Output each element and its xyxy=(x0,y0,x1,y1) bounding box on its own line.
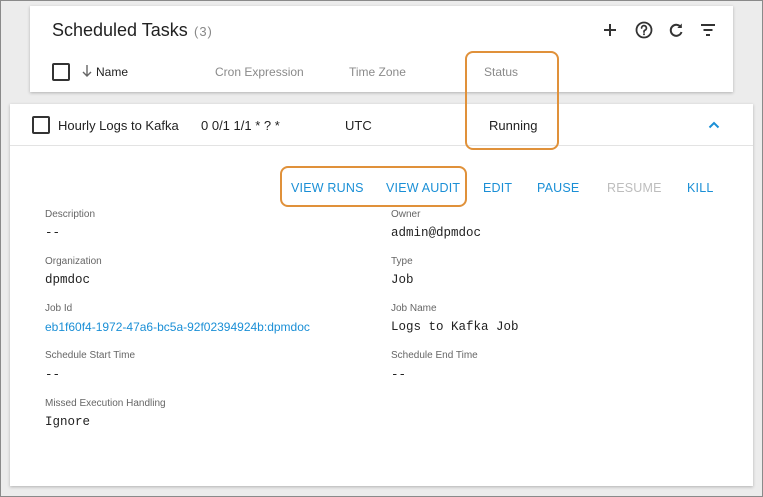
schedule-end-value: -- xyxy=(391,368,407,382)
job-name-value: Logs to Kafka Job xyxy=(391,320,519,334)
help-button[interactable] xyxy=(633,19,655,41)
description-value: -- xyxy=(45,226,61,240)
pause-button[interactable]: PAUSE xyxy=(537,181,579,195)
help-icon xyxy=(635,21,653,39)
resume-button: RESUME xyxy=(607,181,662,195)
select-all-checkbox[interactable] xyxy=(52,63,70,81)
edit-button[interactable]: EDIT xyxy=(483,181,512,195)
missed-execution-label: Missed Execution Handling xyxy=(45,398,166,409)
type-label: Type xyxy=(391,256,413,267)
plus-icon xyxy=(604,24,616,36)
kill-button[interactable]: KILL xyxy=(687,181,714,195)
table-row[interactable]: Hourly Logs to Kafka 0 0/1 1/1 * ? * UTC… xyxy=(10,104,753,146)
refresh-button[interactable] xyxy=(665,19,687,41)
row-checkbox[interactable] xyxy=(32,116,50,134)
schedule-start-value: -- xyxy=(45,368,61,382)
organization-label: Organization xyxy=(45,256,102,267)
view-runs-button[interactable]: VIEW RUNS xyxy=(291,181,364,195)
schedule-start-label: Schedule Start Time xyxy=(45,350,136,361)
task-detail-card: Hourly Logs to Kafka 0 0/1 1/1 * ? * UTC… xyxy=(10,104,753,486)
column-header-timezone[interactable]: Time Zone xyxy=(349,65,406,79)
scheduled-tasks-header: Scheduled Tasks (3) Name Cron Expression… xyxy=(30,6,733,92)
task-status: Running xyxy=(489,118,538,133)
job-name-label: Job Name xyxy=(391,303,437,314)
page-title: Scheduled Tasks xyxy=(52,20,188,40)
filter-icon xyxy=(701,24,715,36)
filter-button[interactable] xyxy=(697,19,719,41)
missed-execution-value: Ignore xyxy=(45,415,91,429)
type-value: Job xyxy=(391,273,414,287)
owner-label: Owner xyxy=(391,209,421,220)
column-header-status[interactable]: Status xyxy=(484,65,518,79)
refresh-icon xyxy=(669,23,683,37)
description-label: Description xyxy=(45,209,96,220)
column-header-name[interactable]: Name xyxy=(96,65,128,79)
add-task-button[interactable] xyxy=(599,19,621,41)
owner-value: admin@dpmdoc xyxy=(391,226,482,240)
job-id-link[interactable]: eb1f60f4-1972-47a6-bc5a-92f02394924b:dpm… xyxy=(45,320,310,334)
task-cron: 0 0/1 1/1 * ? * xyxy=(201,118,280,133)
task-count: (3) xyxy=(194,24,213,39)
sort-down-icon[interactable] xyxy=(81,64,93,78)
job-id-label: Job Id xyxy=(45,303,73,314)
column-header-cron[interactable]: Cron Expression xyxy=(215,65,304,79)
organization-value: dpmdoc xyxy=(45,273,91,287)
chevron-up-icon[interactable] xyxy=(706,117,722,133)
task-name: Hourly Logs to Kafka xyxy=(58,118,179,133)
schedule-end-label: Schedule End Time xyxy=(391,350,478,361)
task-timezone: UTC xyxy=(345,118,372,133)
view-audit-button[interactable]: VIEW AUDIT xyxy=(386,181,460,195)
